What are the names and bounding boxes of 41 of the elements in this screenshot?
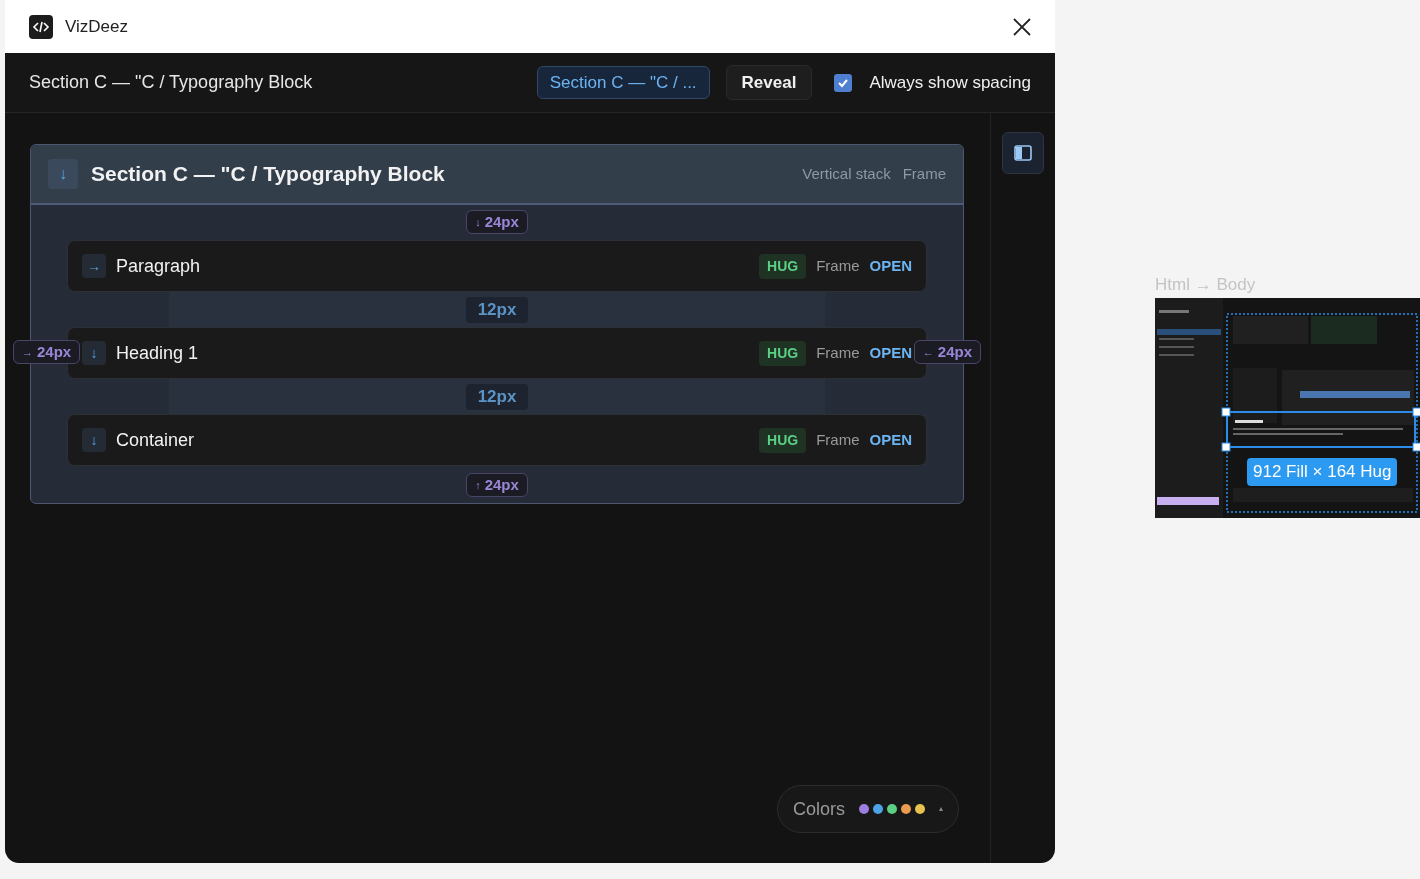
checkbox[interactable]: [834, 73, 853, 92]
panel-toggle-button[interactable]: [1002, 132, 1044, 174]
padding-badge: ↓ 24px: [466, 210, 528, 234]
type-label: Frame: [816, 255, 860, 276]
layer-selector[interactable]: Section C — "C / ...: [536, 66, 710, 99]
direction-icon: ↓: [82, 341, 106, 365]
close-icon[interactable]: [1013, 17, 1031, 36]
open-link[interactable]: OPEN: [869, 254, 912, 278]
size-label: 912 Fill × 164 Hug: [1247, 458, 1398, 486]
checkbox-label: Always show spacing: [869, 71, 1031, 94]
padding-badge: ← 24px: [913, 340, 981, 364]
padding-badge: → 24px: [13, 340, 81, 364]
layer-name: Heading 1: [116, 341, 199, 365]
sidebar-panel-icon: [1014, 145, 1032, 161]
window-title: VizDeez: [65, 15, 128, 38]
selection-title: Section C — "C / Typography Block: [29, 71, 313, 94]
gap-badge: 12px: [465, 296, 529, 323]
gap-badge: 12px: [465, 383, 529, 410]
colors-legend[interactable]: Colors ▴: [777, 785, 959, 833]
legend-label: Colors: [793, 797, 845, 821]
layer-name: Container: [116, 428, 195, 452]
frame-title: Section C — "C / Typography Block: [91, 161, 445, 188]
type-label: Frame: [816, 342, 860, 363]
direction-icon: ↓: [82, 428, 106, 452]
sizing-tag: HUG: [759, 253, 807, 279]
sizing-tag: HUG: [759, 427, 807, 453]
type-label: Frame: [816, 429, 860, 450]
direction-icon: →: [82, 254, 106, 278]
code-icon: [29, 14, 53, 39]
layer-row[interactable]: → Paragraph HUG Frame OPEN: [67, 240, 927, 292]
caret-icon: ▴: [939, 803, 943, 815]
type-label: Frame: [902, 163, 946, 184]
sizing-tag: HUG: [759, 340, 807, 366]
layout-label: Vertical stack: [802, 163, 891, 184]
reveal-button[interactable]: Reveal: [725, 65, 813, 100]
layer-name: Paragraph: [116, 254, 201, 278]
layer-row[interactable]: ↓ Container HUG Frame OPEN: [67, 414, 927, 466]
padding-badge: ↑ 24px: [466, 473, 528, 497]
direction-icon: ↓: [48, 159, 78, 189]
open-link[interactable]: OPEN: [869, 341, 912, 365]
open-link[interactable]: OPEN: [869, 428, 912, 452]
